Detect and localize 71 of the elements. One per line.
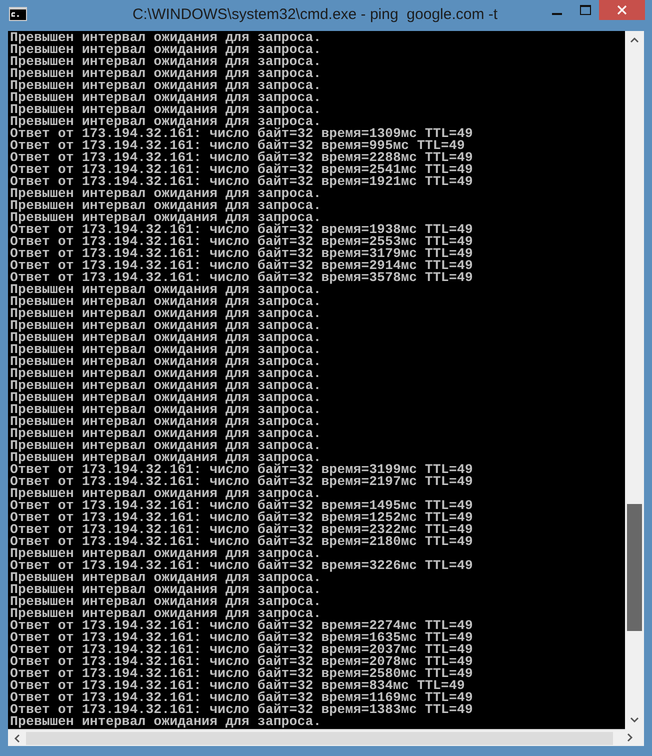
console-line: Превышен интервал ожидания для запроса. [10, 56, 322, 68]
console-line: Ответ от 173.194.32.161: число байт=32 время=1169мс TTL=49 [10, 692, 474, 704]
console-line: Ответ от 173.194.32.161: число байт=32 время=2037мс TTL=49 [10, 644, 474, 656]
console-line: Ответ от 173.194.32.161: число байт=32 время=1309мс TTL=49 [10, 128, 474, 140]
console-line: Превышен интервал ожидания для запроса. [10, 416, 322, 428]
console-line: Ответ от 173.194.32.161: число байт=32 время=2914мс TTL=49 [10, 260, 474, 272]
console-line: Превышен интервал ожидания для запроса. [10, 80, 322, 92]
console-line: Превышен интервал ожидания для запроса. [10, 92, 322, 104]
maximize-icon [580, 5, 590, 15]
console-line: Превышен интервал ожидания для запроса. [10, 68, 322, 80]
console-line: Ответ от 173.194.32.161: число байт=32 время=995мс TTL=49 [10, 140, 465, 152]
console-line: Ответ от 173.194.32.161: число байт=32 время=3226мс TTL=49 [10, 560, 474, 572]
scroll-up-icon[interactable] [630, 37, 639, 43]
console-line: Превышен интервал ожидания для запроса. [10, 596, 322, 608]
console-line: Превышен интервал ожидания для запроса. [10, 608, 322, 620]
scrollbar-thumb[interactable] [627, 504, 642, 631]
console-line: Превышен интервал ожидания для запроса. [10, 308, 322, 320]
console-line: Ответ от 173.194.32.161: число байт=32 время=3179мс TTL=49 [10, 248, 474, 260]
console-line: Ответ от 173.194.32.161: число байт=32 время=2288мс TTL=49 [10, 152, 474, 164]
console-icon[interactable] [9, 7, 27, 21]
console-line: Превышен интервал ожидания для запроса. [10, 716, 322, 728]
console-line: Превышен интервал ожидания для запроса. [10, 296, 322, 308]
minimize-icon [552, 12, 562, 14]
window-title: C:\WINDOWS\system32\cmd.exe - ping google.com -t [132, 6, 498, 24]
console-line: Ответ от 173.194.32.161: число байт=32 время=2274мс TTL=49 [10, 620, 474, 632]
console-line: Ответ от 173.194.32.161: число байт=32 время=2322мс TTL=49 [10, 524, 474, 536]
console-line: Превышен интервал ожидания для запроса. [10, 188, 322, 200]
console-line: Превышен интервал ожидания для запроса. [10, 404, 322, 416]
console-line: Превышен интервал ожидания для запроса. [10, 116, 322, 128]
console-line: Превышен интервал ожидания для запроса. [10, 32, 322, 44]
console-line: Ответ от 173.194.32.161: число байт=32 время=1938мс TTL=49 [10, 224, 474, 236]
console-line: Ответ от 173.194.32.161: число байт=32 время=834мс TTL=49 [10, 680, 465, 692]
console-line: Ответ от 173.194.32.161: число байт=32 время=2580мс TTL=49 [10, 668, 474, 680]
console-line: Ответ от 173.194.32.161: число байт=32 время=1252мс TTL=49 [10, 512, 474, 524]
console-line: Превышен интервал ожидания для запроса. [10, 380, 322, 392]
console-line: Превышен интервал ожидания для запроса. [10, 572, 322, 584]
console-line: Превышен интервал ожидания для запроса. [10, 344, 322, 356]
console-line: Ответ от 173.194.32.161: число байт=32 время=1635мс TTL=49 [10, 632, 474, 644]
console-line: Ответ от 173.194.32.161: число байт=32 время=1383мс TTL=49 [10, 704, 474, 716]
console-line: Ответ от 173.194.32.161: число байт=32 время=2553мс TTL=49 [10, 236, 474, 248]
console-line: Ответ от 173.194.32.161: число байт=32 время=2078мс TTL=49 [10, 656, 474, 668]
vertical-scrollbar[interactable] [625, 31, 644, 729]
console-line: Превышен интервал ожидания для запроса. [10, 548, 322, 560]
console-line: Превышен интервал ожидания для запроса. [10, 392, 322, 404]
console-line: Превышен интервал ожидания для запроса. [10, 428, 322, 440]
console-line: Превышен интервал ожидания для запроса. [10, 356, 322, 368]
close-icon [617, 5, 627, 15]
scroll-left-icon[interactable] [14, 734, 20, 742]
scroll-right-icon[interactable] [627, 733, 633, 742]
console-line: Ответ от 173.194.32.161: число байт=32 время=2180мс TTL=49 [10, 536, 474, 548]
console-line: Превышен интервал ожидания для запроса. [10, 584, 322, 596]
horizontal-scrollbar[interactable] [8, 729, 625, 746]
console-line: Ответ от 173.194.32.161: число байт=32 время=1921мс TTL=49 [10, 176, 474, 188]
close-button[interactable] [599, 0, 645, 20]
console-line: Превышен интервал ожидания для запроса. [10, 368, 322, 380]
console-line: Превышен интервал ожидания для запроса. [10, 284, 322, 296]
console-line: Ответ от 173.194.32.161: число байт=32 время=2541мс TTL=49 [10, 164, 474, 176]
console-line: Превышен интервал ожидания для запроса. [10, 332, 322, 344]
console-line: Ответ от 173.194.32.161: число байт=32 время=1495мс TTL=49 [10, 500, 474, 512]
console-line: Превышен интервал ожидания для запроса. [10, 212, 322, 224]
console-line: Превышен интервал ожидания для запроса. [10, 440, 322, 452]
console-line: Превышен интервал ожидания для запроса. [10, 44, 322, 56]
scroll-down-icon[interactable] [630, 717, 639, 723]
console-line: Ответ от 173.194.32.161: число байт=32 время=3578мс TTL=49 [10, 272, 474, 284]
console-line: Превышен интервал ожидания для запроса. [10, 104, 322, 116]
console-line: Ответ от 173.194.32.161: число байт=32 время=2197мс TTL=49 [10, 476, 474, 488]
console-line: Превышен интервал ожидания для запроса. [10, 488, 322, 500]
console-line: Превышен интервал ожидания для запроса. [10, 200, 322, 212]
console-line: Ответ от 173.194.32.161: число байт=32 время=3199мс TTL=49 [10, 464, 474, 476]
console-line: Превышен интервал ожидания для запроса. [10, 320, 322, 332]
console-line: Превышен интервал ожидания для запроса. [10, 452, 322, 464]
